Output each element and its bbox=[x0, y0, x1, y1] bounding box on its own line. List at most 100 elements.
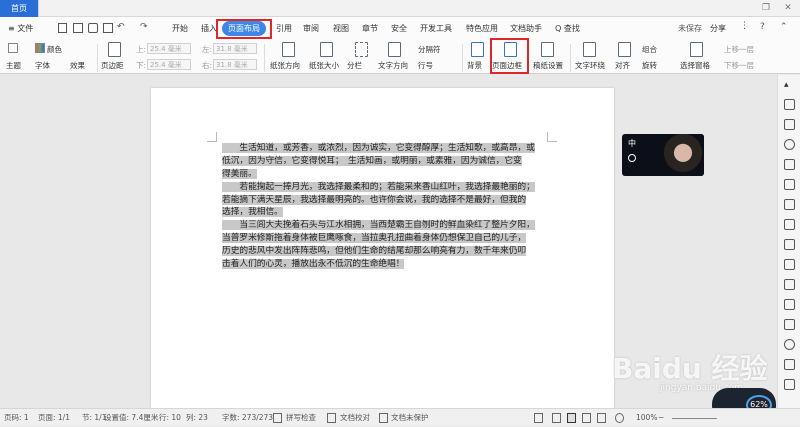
margins-button[interactable]: 页边距 bbox=[101, 60, 124, 71]
restore-icon[interactable]: ❐ bbox=[756, 0, 776, 17]
more-icon[interactable]: ⋮ bbox=[740, 21, 749, 31]
word-count[interactable]: 字数: 273/273 bbox=[222, 409, 273, 427]
proofread-icon[interactable] bbox=[327, 413, 336, 423]
format-icon[interactable] bbox=[784, 239, 795, 250]
background-icon[interactable] bbox=[471, 42, 484, 57]
group-button[interactable]: 组合 bbox=[642, 44, 657, 55]
theme-icon[interactable] bbox=[8, 43, 18, 53]
settings-icon[interactable] bbox=[784, 379, 795, 390]
columns-icon[interactable] bbox=[355, 42, 368, 57]
spell-check-icon[interactable] bbox=[273, 413, 282, 423]
library-icon[interactable] bbox=[784, 199, 795, 210]
line-numbers-button[interactable]: 行号 bbox=[418, 60, 433, 71]
bottom-margin-input[interactable]: 25.4 毫米 bbox=[147, 59, 191, 70]
collapse-ribbon-icon[interactable]: ⌃ bbox=[780, 22, 788, 32]
zoom-level[interactable]: 100% bbox=[636, 409, 657, 427]
section-break-button[interactable]: 分隔符 bbox=[418, 44, 441, 55]
close-icon[interactable]: ✕ bbox=[778, 0, 798, 17]
view-icon[interactable] bbox=[534, 413, 543, 423]
save-icon[interactable] bbox=[58, 23, 67, 33]
rotate-button[interactable]: 旋转 bbox=[642, 60, 657, 71]
zoom-out-icon[interactable]: − bbox=[658, 409, 664, 427]
tab-references[interactable]: 引用 bbox=[276, 17, 292, 40]
effects-button[interactable]: 效果 bbox=[70, 60, 85, 71]
transfer-icon[interactable] bbox=[784, 279, 795, 290]
tab-review[interactable]: 审阅 bbox=[303, 17, 319, 40]
right-sidebar: ▴ bbox=[777, 75, 800, 408]
tab-developer[interactable]: 开发工具 bbox=[420, 17, 452, 40]
right-margin-input[interactable]: 31.8 毫米 bbox=[213, 59, 257, 70]
shapes-icon[interactable] bbox=[784, 179, 795, 190]
unsaved-status[interactable]: 未保存 bbox=[678, 17, 702, 40]
align-button[interactable]: 对齐 bbox=[615, 60, 630, 71]
page-count[interactable]: 页面: 1/1 bbox=[38, 409, 70, 427]
select-icon[interactable] bbox=[784, 119, 795, 130]
wrap-text-button[interactable]: 文字环绕 bbox=[575, 60, 605, 71]
redo-icon[interactable]: ↷ bbox=[140, 22, 148, 32]
selection-pane-button[interactable]: 选择窗格 bbox=[680, 60, 710, 71]
protect-status[interactable]: 文档未保护 bbox=[391, 409, 429, 427]
draft-paper-icon[interactable] bbox=[541, 42, 554, 57]
preview-icon[interactable] bbox=[103, 23, 113, 33]
theme-button[interactable]: 主题 bbox=[6, 60, 21, 71]
file-menu[interactable]: ≡ 文件 bbox=[8, 17, 33, 40]
chat-icon[interactable] bbox=[784, 339, 795, 350]
selection-pane-icon[interactable] bbox=[690, 42, 703, 57]
fonts-button[interactable]: 字体 bbox=[35, 60, 50, 71]
text-direction-button[interactable]: 文字方向 bbox=[378, 60, 408, 71]
eye-protect-icon[interactable] bbox=[615, 413, 624, 423]
tab-doc-assistant[interactable]: 文档助手 bbox=[510, 17, 542, 40]
location-icon[interactable] bbox=[784, 139, 795, 150]
paper-size-icon[interactable] bbox=[320, 42, 333, 57]
left-margin-input[interactable]: 31.8 毫米 bbox=[213, 43, 257, 54]
export-pdf-icon[interactable] bbox=[73, 23, 83, 33]
background-button[interactable]: 背景 bbox=[467, 60, 482, 71]
tab-view[interactable]: 视图 bbox=[333, 17, 349, 40]
align-icon[interactable] bbox=[618, 42, 631, 57]
top-margin-input[interactable]: 25.4 毫米 bbox=[147, 43, 191, 54]
proofread-button[interactable]: 文档校对 bbox=[340, 409, 370, 427]
web-layout-icon[interactable] bbox=[597, 413, 606, 423]
video-overlay[interactable]: 中 bbox=[622, 134, 704, 176]
backup-icon[interactable] bbox=[784, 299, 795, 310]
columns-button[interactable]: 分栏 bbox=[347, 60, 362, 71]
paper-size-button[interactable]: 纸张大小 bbox=[309, 60, 339, 71]
send-backward-button[interactable]: 下移一层 bbox=[724, 60, 754, 71]
share-button[interactable]: 分享 bbox=[710, 17, 726, 40]
style-icon[interactable] bbox=[784, 99, 795, 110]
help-icon[interactable]: ? bbox=[760, 22, 765, 32]
text-line: 生活知道，或芳香，或浓烈，因为诚实，它变得醇厚；生活知歌，或高昂，或 bbox=[222, 143, 535, 153]
tab-insert[interactable]: 插入 bbox=[201, 17, 217, 40]
colors-button[interactable]: 颜色 bbox=[47, 44, 62, 55]
table-icon[interactable] bbox=[784, 219, 795, 230]
undo-icon[interactable]: ↶ bbox=[117, 22, 125, 32]
tab-start[interactable]: 开始 bbox=[172, 17, 188, 40]
home-tab[interactable]: 首页 bbox=[0, 0, 38, 17]
layout-icon[interactable] bbox=[552, 413, 561, 423]
bring-forward-button[interactable]: 上移一层 bbox=[724, 44, 754, 55]
print-icon[interactable] bbox=[88, 23, 98, 33]
scroll-up-icon[interactable]: ▴ bbox=[784, 81, 795, 92]
colors-icon[interactable] bbox=[35, 43, 45, 53]
zoom-slider[interactable] bbox=[672, 418, 717, 419]
help-icon[interactable] bbox=[784, 319, 795, 330]
apps-icon[interactable] bbox=[784, 359, 795, 370]
text-direction-icon[interactable] bbox=[388, 42, 401, 57]
spell-check-button[interactable]: 拼写检查 bbox=[286, 409, 316, 427]
document-page[interactable]: 生活知道，或芳香，或浓烈，因为诚实，它变得醇厚；生活知歌，或高昂，或 低沉，因为… bbox=[151, 88, 614, 408]
tab-chapter[interactable]: 章节 bbox=[362, 17, 378, 40]
orientation-button[interactable]: 纸张方向 bbox=[270, 60, 300, 71]
search-button[interactable]: Q 查找 bbox=[555, 17, 580, 40]
selected-text-block[interactable]: 生活知道，或芳香，或浓烈，因为诚实，它变得醇厚；生活知歌，或高昂，或 低沉，因为… bbox=[222, 142, 547, 271]
wrap-text-icon[interactable] bbox=[583, 42, 596, 57]
tab-security[interactable]: 安全 bbox=[391, 17, 407, 40]
edit-icon[interactable] bbox=[784, 159, 795, 170]
draft-paper-button[interactable]: 稿纸设置 bbox=[533, 60, 563, 71]
tab-special[interactable]: 特色应用 bbox=[466, 17, 498, 40]
page-view-icon[interactable] bbox=[567, 413, 576, 423]
margins-icon[interactable] bbox=[108, 42, 121, 57]
orientation-icon[interactable] bbox=[282, 42, 295, 57]
outline-icon[interactable] bbox=[582, 413, 591, 423]
chart-icon[interactable] bbox=[784, 259, 795, 270]
protect-icon[interactable] bbox=[379, 413, 388, 423]
